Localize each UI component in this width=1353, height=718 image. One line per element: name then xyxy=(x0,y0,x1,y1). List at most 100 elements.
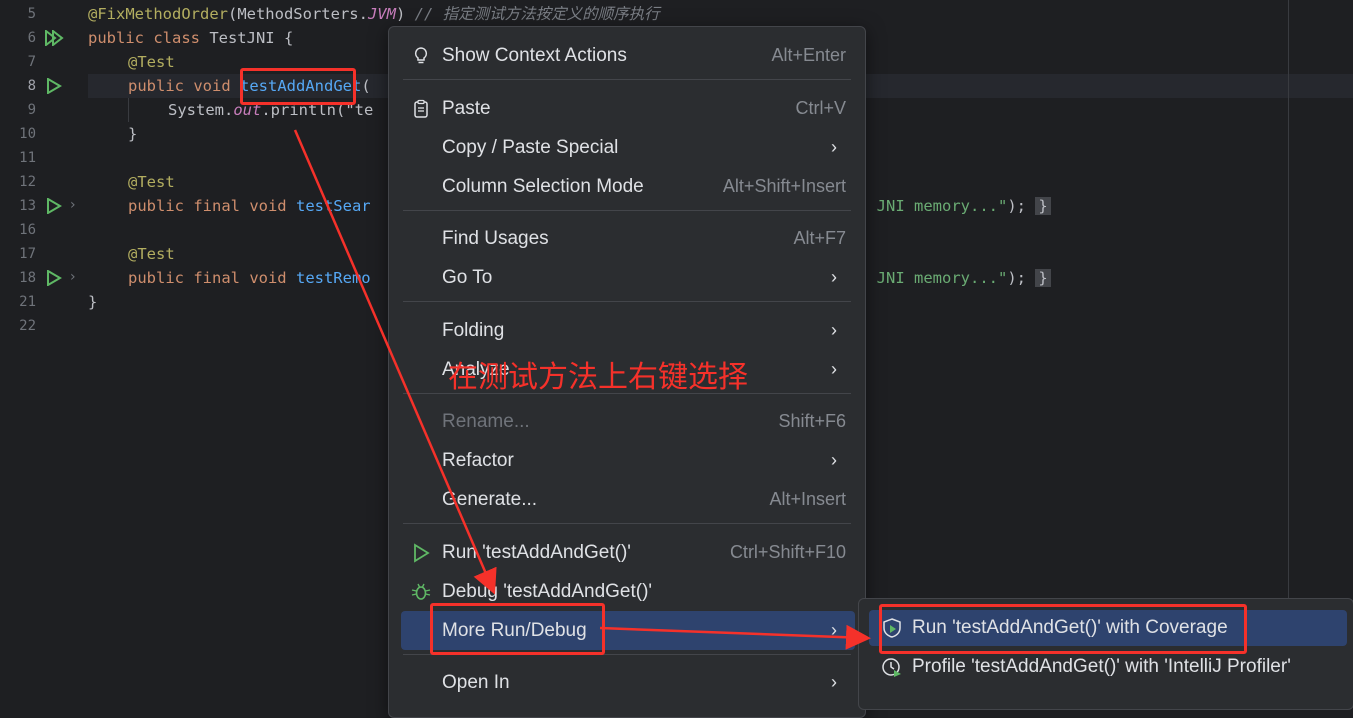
line-number: 8 xyxy=(27,78,36,94)
code-line: @Test xyxy=(128,50,175,74)
code-token: TestJNI { xyxy=(199,29,294,47)
code-line: @Test xyxy=(128,170,175,194)
clipboard-icon xyxy=(414,99,428,118)
menu-separator xyxy=(403,523,851,524)
run-icon[interactable] xyxy=(46,270,62,286)
menu-item-label: Folding xyxy=(442,320,505,341)
profiler-icon xyxy=(882,658,901,677)
line-number: 11 xyxy=(19,150,36,166)
comment-token: // 指定测试方法按定义的顺序执行 xyxy=(405,5,660,23)
menu-item-label: Generate... xyxy=(442,489,538,510)
menu-separator xyxy=(403,79,851,80)
menu-item-label: Find Usages xyxy=(442,228,549,249)
code-line: } xyxy=(128,122,137,146)
gutter-line: 22 xyxy=(0,314,86,338)
menu-item-show-context-actions[interactable]: Show Context Actions Alt+Enter xyxy=(401,36,855,75)
menu-item-label: Column Selection Mode xyxy=(442,176,644,197)
code-line: @Test xyxy=(128,242,175,266)
chevron-right-icon[interactable]: › xyxy=(70,197,76,213)
code-line: public final void testRemo xyxy=(128,266,371,290)
code-token: } xyxy=(88,293,98,311)
keyword-token: public class xyxy=(88,29,200,47)
gutter-line: 21 xyxy=(0,290,86,314)
menu-item-shortcut: Alt+Shift+Insert xyxy=(722,176,846,196)
code-line: public class TestJNI { xyxy=(88,26,293,50)
menu-item-label: Go To xyxy=(442,267,493,288)
annotation-token: @Test xyxy=(128,53,175,71)
chevron-right-icon: › xyxy=(831,359,837,379)
code-line: public final void testSear xyxy=(128,194,371,218)
run-icon[interactable] xyxy=(46,78,62,94)
menu-item-shortcut: Ctrl+V xyxy=(795,98,846,118)
gutter-line: 6 xyxy=(0,26,86,50)
highlight-box-run-with-coverage xyxy=(879,604,1247,654)
menu-item-folding[interactable]: Folding › xyxy=(401,311,855,350)
line-number: 7 xyxy=(27,54,36,70)
menu-item-label: Copy / Paste Special xyxy=(442,137,619,158)
gutter-line: 7 xyxy=(0,50,86,74)
string-token: n JNI memory..." xyxy=(858,197,1008,215)
chevron-right-icon: › xyxy=(831,450,837,470)
gutter-line: 8 xyxy=(0,74,86,98)
string-token: n JNI memory..." xyxy=(858,269,1008,287)
code-line-tail: n JNI memory..."); } xyxy=(858,194,1051,218)
line-number: 16 xyxy=(19,222,36,238)
keyword-token: public final void xyxy=(128,197,287,215)
menu-item-go-to[interactable]: Go To › xyxy=(401,258,855,297)
annotation-token: @Test xyxy=(128,173,175,191)
method-name-token[interactable]: testRemo xyxy=(296,269,371,287)
line-number: 10 xyxy=(19,126,36,142)
bulb-icon xyxy=(414,47,428,64)
code-token: (MethodSorters. xyxy=(227,5,368,23)
menu-item-rename: Rename... Shift+F6 xyxy=(401,402,855,441)
method-name-token[interactable]: testSear xyxy=(296,197,371,215)
run-all-icon[interactable] xyxy=(45,30,65,46)
gutter-line: 10 xyxy=(0,122,86,146)
menu-item-run-test[interactable]: Run 'testAddAndGet()' Ctrl+Shift+F10 xyxy=(401,533,855,572)
menu-item-label: Show Context Actions xyxy=(442,45,627,66)
menu-item-label: Refactor xyxy=(442,450,514,471)
chevron-right-icon: › xyxy=(831,320,837,340)
menu-item-open-in[interactable]: Open In › xyxy=(401,663,855,702)
gutter-line: 5 xyxy=(0,2,86,26)
chevron-right-icon: › xyxy=(831,267,837,287)
annotation-label: 在测试方法上右键选择 xyxy=(448,360,748,395)
line-number: 22 xyxy=(19,318,36,334)
line-number: 18 xyxy=(19,270,36,286)
line-number: 21 xyxy=(19,294,36,310)
menu-item-label: Open In xyxy=(442,672,510,693)
menu-separator xyxy=(403,301,851,302)
line-number: 5 xyxy=(27,6,36,22)
gutter-line: 12 xyxy=(0,170,86,194)
menu-item-column-selection-mode[interactable]: Column Selection Mode Alt+Shift+Insert xyxy=(401,167,855,206)
menu-item-refactor[interactable]: Refactor › xyxy=(401,441,855,480)
chevron-right-icon: › xyxy=(831,137,837,157)
menu-separator xyxy=(403,210,851,211)
folded-block[interactable]: } xyxy=(1035,197,1051,215)
folded-block[interactable]: } xyxy=(1035,269,1051,287)
line-number: 12 xyxy=(19,174,36,190)
menu-item-shortcut: Ctrl+Shift+F10 xyxy=(729,542,846,562)
code-token: ) xyxy=(395,5,406,23)
menu-item-generate[interactable]: Generate... Alt+Insert xyxy=(401,480,855,519)
chevron-right-icon: › xyxy=(831,672,837,692)
menu-item-copy-paste-special[interactable]: Copy / Paste Special › xyxy=(401,128,855,167)
line-number: 13 xyxy=(19,198,36,214)
menu-item-label: Rename... xyxy=(442,411,530,432)
highlight-box-more-run-debug xyxy=(430,603,605,655)
chevron-right-icon: › xyxy=(831,620,837,640)
menu-item-paste[interactable]: Paste Ctrl+V xyxy=(401,89,855,128)
submenu-item-label: Profile 'testAddAndGet()' with 'IntelliJ… xyxy=(912,656,1291,677)
code-line: @FixMethodOrder(MethodSorters.JVM) // 指定… xyxy=(88,2,660,26)
code-token: ); xyxy=(1007,197,1026,215)
menu-item-find-usages[interactable]: Find Usages Alt+F7 xyxy=(401,219,855,258)
run-icon[interactable] xyxy=(46,198,62,214)
menu-item-shortcut: Shift+F6 xyxy=(778,411,846,431)
code-token: ( xyxy=(361,77,371,95)
submenu-item-profile[interactable]: Profile 'testAddAndGet()' with 'IntelliJ… xyxy=(869,649,1347,685)
chevron-right-icon[interactable]: › xyxy=(70,269,76,285)
editor-gutter: 5 6 7 8 9 10 11 12 13 › 16 17 18 › 21 22 xyxy=(0,0,86,700)
debug-icon xyxy=(411,583,431,600)
keyword-token: public void xyxy=(128,77,231,95)
code-token: ); xyxy=(1007,269,1026,287)
